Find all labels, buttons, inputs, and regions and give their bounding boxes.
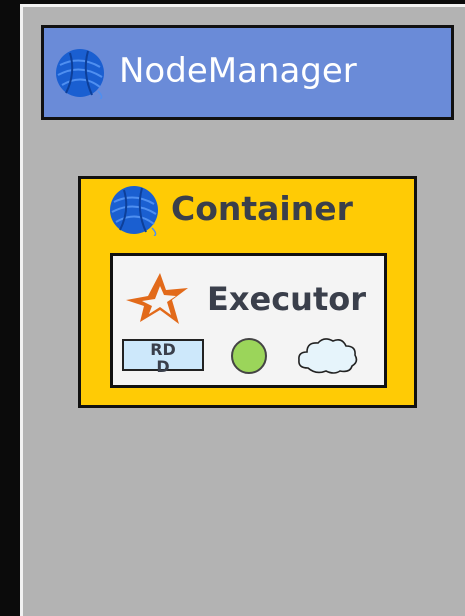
node-manager-box: NodeManager	[41, 25, 454, 120]
rdd-box: RDD	[122, 339, 204, 375]
cache-cloud-icon	[298, 338, 358, 374]
spark-star-icon	[126, 273, 188, 324]
yarn-ball-icon	[56, 49, 104, 99]
container-title: Container	[171, 189, 353, 228]
task-circle-icon	[231, 338, 267, 374]
node-manager-title: NodeManager	[119, 51, 357, 91]
executor-title: Executor	[207, 280, 367, 318]
container-box: Container Executor RDD	[78, 176, 417, 408]
executor-box: Executor RDD	[110, 253, 387, 388]
diagram-canvas: NodeManager Container Executor RDD	[0, 0, 465, 616]
yarn-ball-icon	[110, 186, 158, 236]
